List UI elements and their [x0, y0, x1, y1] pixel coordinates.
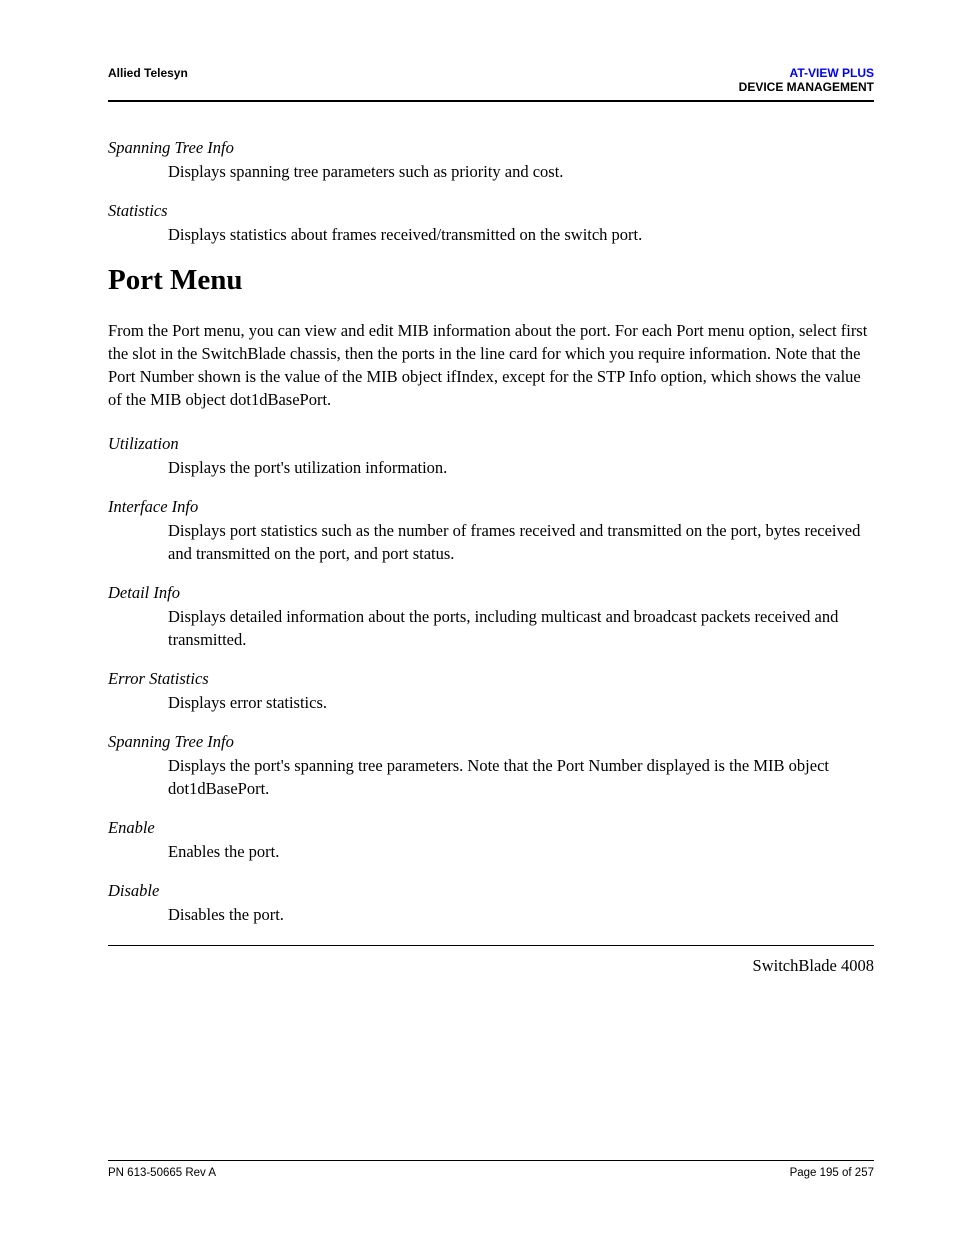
definition-term: Spanning Tree Info: [108, 732, 874, 752]
definition-term: Enable: [108, 818, 874, 838]
page-footer: PN 613-50665 Rev A Page 195 of 257: [108, 1160, 874, 1179]
definition-term: Statistics: [108, 201, 874, 221]
definition-description: Displays port statistics such as the num…: [168, 519, 874, 565]
definition-term: Utilization: [108, 434, 874, 454]
definition-term: Spanning Tree Info: [108, 138, 874, 158]
definition-description: Displays the port's utilization informat…: [168, 456, 874, 479]
definition-description: Displays detailed information about the …: [168, 605, 874, 651]
definition-term: Disable: [108, 881, 874, 901]
header-section-name: DEVICE MANAGEMENT: [739, 80, 874, 94]
definition-description: Disables the port.: [168, 903, 874, 926]
definition-description: Displays error statistics.: [168, 691, 874, 714]
footer-page-number: Page 195 of 257: [790, 1167, 874, 1179]
definition-description: Displays statistics about frames receive…: [168, 223, 874, 246]
port-definition-list: Utilization Displays the port's utilizat…: [108, 434, 874, 927]
definition-term: Interface Info: [108, 497, 874, 517]
definition-description: Displays the port's spanning tree parame…: [168, 754, 874, 800]
header-product: AT-VIEW PLUS DEVICE MANAGEMENT: [739, 66, 874, 94]
definition-term: Error Statistics: [108, 669, 874, 689]
horizontal-rule: [108, 945, 874, 946]
header-product-name: AT-VIEW PLUS: [739, 66, 874, 80]
footer-part-number: PN 613-50665 Rev A: [108, 1167, 216, 1179]
top-definition-list: Spanning Tree Info Displays spanning tre…: [108, 138, 874, 246]
device-model: SwitchBlade 4008: [108, 956, 874, 976]
header-company: Allied Telesyn: [108, 66, 188, 80]
definition-description: Displays spanning tree parameters such a…: [168, 160, 874, 183]
definition-term: Detail Info: [108, 583, 874, 603]
section-heading: Port Menu: [108, 264, 874, 297]
intro-paragraph: From the Port menu, you can view and edi…: [108, 319, 874, 411]
definition-description: Enables the port.: [168, 840, 874, 863]
page-header: Allied Telesyn AT-VIEW PLUS DEVICE MANAG…: [108, 66, 874, 102]
